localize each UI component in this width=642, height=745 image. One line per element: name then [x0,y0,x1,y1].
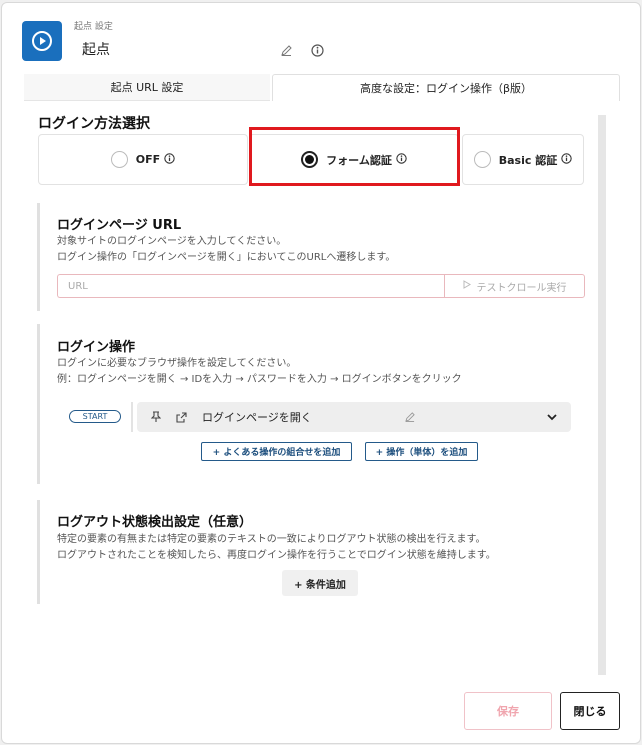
login-ops-desc-1: ログインに必要なブラウザ操作を設定してください。 [57,358,297,369]
selection-highlight-box [249,127,460,186]
play-outline-icon [463,280,471,292]
url-placeholder: URL [68,280,88,292]
login-method-title: ログイン方法選択 [38,116,150,132]
login-page-desc-1: 対象サイトのログインページを入力してください。 [57,236,287,247]
info-icon[interactable] [561,152,572,167]
test-crawl-button[interactable]: テストクロール実行 [444,274,585,298]
logout-title: ログアウト状態検出設定（任意） [57,515,253,530]
add-single-button[interactable]: + 操作（単体）を追加 [365,442,478,461]
logout-section-border [37,500,40,604]
info-icon[interactable] [311,42,325,57]
logout-desc-1: 特定の要素の有無または特定の要素のテキストの一致によりログアウト状態の検出を行え… [57,534,486,545]
tab-bar: 起点 URL 設定 高度な設定：ログイン操作（β版） [24,74,620,101]
step-label: ログインページを開く [202,411,312,424]
option-off[interactable]: OFF [38,134,248,185]
edit-pencil-icon[interactable] [279,43,293,57]
login-ops-desc-2: 例：ログインページを開く → IDを入力 → パスワードを入力 → ログインボタ… [57,374,462,385]
url-input[interactable]: URL [57,274,445,298]
chevron-down-icon[interactable] [547,402,557,432]
login-page-title: ログインページ URL [57,218,182,233]
step-open-login-page[interactable]: ログインページを開く [137,402,571,432]
tab-start-url[interactable]: 起点 URL 設定 [24,74,270,101]
test-crawl-label: テストクロール実行 [476,282,567,294]
close-button[interactable]: 閉じる [560,692,620,730]
header-title: 起点 [82,42,110,58]
info-icon[interactable] [164,152,175,167]
option-basic-auth-label: Basic 認証 [498,153,558,167]
step-connector [131,402,133,432]
login-ops-title: ログイン操作 [57,340,136,355]
login-page-desc-2: ログイン操作の「ログインページを開く」においてこのURLへ遷移します。 [57,252,396,263]
edit-pencil-icon[interactable] [405,402,415,432]
scrollbar[interactable] [598,115,606,675]
login-ops-section-border [37,324,40,484]
radio-off[interactable] [110,151,128,168]
logout-desc-2: ログアウトされたことを検知したら、再度ログイン操作を行うことでログイン状態を維持… [57,550,496,561]
start-badge: START [69,410,121,423]
add-condition-button[interactable]: + 条件追加 [282,570,358,596]
add-combo-button[interactable]: + よくある操作の組合せを追加 [201,442,352,461]
external-link-icon[interactable] [176,402,187,432]
save-button[interactable]: 保存 [464,692,552,730]
option-off-label: OFF [135,153,161,166]
tab-advanced-login[interactable]: 高度な設定：ログイン操作（β版） [272,74,620,101]
pin-icon[interactable] [151,402,161,432]
login-page-section-border [37,203,40,311]
play-icon [22,21,62,61]
radio-basic-auth[interactable] [473,151,491,168]
header-subtitle: 起点 設定 [74,22,113,32]
option-basic-auth[interactable]: Basic 認証 [462,134,584,185]
